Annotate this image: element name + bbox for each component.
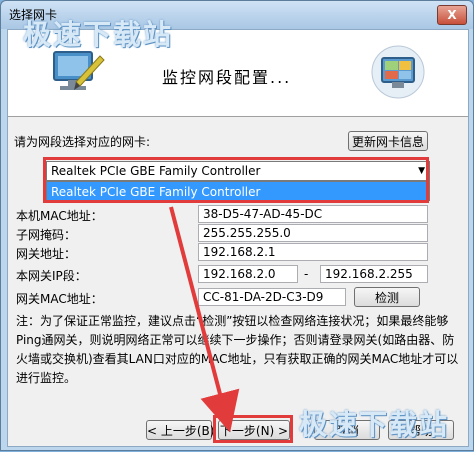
dialog-content: 监控网段配置... 请为网段选择对应的网卡: 更新网卡信息 Realtek PC…: [7, 29, 469, 447]
adapter-select-value: Realtek PCIe GBE Family Controller: [51, 164, 261, 178]
mac-field[interactable]: 38-D5-47-AD-45-DC: [198, 205, 428, 223]
mask-field[interactable]: 255.255.255.0: [198, 224, 428, 242]
ip-end-field[interactable]: 192.168.2.255: [320, 265, 428, 283]
chevron-down-icon[interactable]: ▼: [418, 162, 425, 180]
gateway-mac-label: 网关MAC地址：: [16, 292, 103, 306]
refresh-adapter-button[interactable]: 更新网卡信息: [348, 131, 428, 151]
adapter-prompt: 请为网段选择对应的网卡:: [14, 135, 151, 149]
close-button[interactable]: X: [437, 5, 467, 25]
mac-label: 本机MAC地址：: [16, 209, 103, 223]
ip-range-separator: -: [304, 267, 309, 281]
network-adapter-icon: [371, 45, 425, 99]
gateway-mac-field[interactable]: CC-81-DA-2D-C3-D9: [198, 288, 346, 306]
dialog-window: 选择网卡 X 监控网段配置... 请为网段选择对应的网卡: 更新网卡信息 Rea…: [0, 0, 474, 451]
help-note: 注：为了保证正常监控，建议点击“检测”按钮以检查网络连接状况；如果最终能够Pin…: [16, 314, 459, 385]
adapter-dropdown-option[interactable]: Realtek PCIe GBE Family Controller: [46, 181, 430, 201]
mask-label: 子网掩码：: [16, 228, 77, 242]
ip-start-field[interactable]: 192.168.2.0: [198, 265, 298, 283]
gateway-label: 网关地址：: [16, 247, 77, 261]
ip-range-label: 本网关IP段：: [16, 269, 87, 283]
watermark-bottom: 极速下载站: [299, 408, 450, 441]
detect-button[interactable]: 检测: [354, 287, 420, 307]
adapter-select[interactable]: Realtek PCIe GBE Family Controller ▼: [46, 161, 430, 181]
page-title: 监控网段配置...: [162, 68, 292, 87]
watermark-top: 极速下载站: [23, 18, 174, 51]
prev-button[interactable]: < 上一步(B): [146, 420, 214, 440]
next-button[interactable]: 下一步(N) >: [218, 420, 290, 440]
gateway-field[interactable]: 192.168.2.1: [198, 243, 428, 261]
